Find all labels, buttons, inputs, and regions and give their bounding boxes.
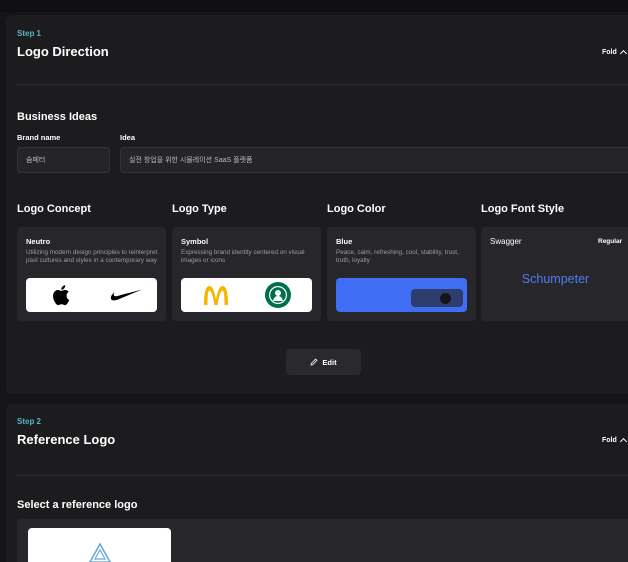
font-weight-label: Regular	[598, 238, 623, 245]
idea-field[interactable]: 실전 창업을 위한 시뮬레이션 SaaS 플랫폼	[120, 147, 628, 173]
fold-label: Fold	[602, 436, 617, 444]
fold-label: Fold	[602, 48, 617, 56]
color-swatch	[336, 278, 467, 312]
font-name: Swagger	[490, 237, 522, 246]
logo-type-title: Logo Type	[172, 203, 227, 215]
color-name: Blue	[336, 237, 353, 246]
color-description: Peace, calm, refreshing, cool, stability…	[336, 249, 459, 264]
toggle-knob	[440, 293, 451, 304]
type-name: Symbol	[181, 237, 209, 246]
logo-type-card[interactable]: Symbol Expressing brand identity centere…	[172, 227, 321, 321]
reference-logo-panel: Step 2 Reference Logo Fold Select a refe…	[6, 404, 628, 562]
type-logos	[181, 278, 312, 312]
logo-font-card[interactable]: Swagger Regular Schumpeter	[481, 227, 628, 321]
panel-title: Reference Logo	[17, 432, 116, 447]
logo-font-style-title: Logo Font Style	[481, 203, 565, 215]
reference-logo-list	[17, 519, 628, 562]
panel-title: Logo Direction	[17, 44, 109, 59]
top-bar	[0, 0, 628, 12]
starbucks-logo-icon	[265, 282, 291, 308]
chevron-up-icon	[619, 437, 627, 446]
apple-logo-icon	[53, 285, 70, 306]
step-label: Step 1	[17, 29, 42, 38]
edit-button[interactable]: Edit	[286, 349, 361, 375]
nike-logo-icon	[110, 289, 142, 301]
triangle-logo-icon	[89, 543, 111, 562]
business-ideas-title: Business Ideas	[17, 111, 98, 123]
font-sample: Schumpeter	[521, 272, 590, 286]
type-description: Expressing brand identity centered on vi…	[181, 249, 305, 264]
idea-label: Idea	[120, 133, 136, 142]
fold-button[interactable]: Fold	[602, 48, 627, 58]
reference-logo-card[interactable]	[28, 528, 171, 562]
brand-name-label: Brand name	[17, 133, 61, 142]
fold-button[interactable]: Fold	[602, 436, 627, 446]
brand-name-value: 슘페터	[26, 157, 46, 164]
step-label: Step 2	[17, 417, 42, 426]
logo-concept-card[interactable]: Neutro Utilizing modern design principle…	[17, 227, 166, 321]
divider	[17, 84, 628, 85]
color-toggle	[411, 289, 463, 307]
idea-value: 실전 창업을 위한 시뮬레이션 SaaS 플랫폼	[129, 157, 253, 164]
brand-name-field[interactable]: 슘페터	[17, 147, 110, 173]
logo-color-title: Logo Color	[327, 203, 386, 215]
logo-concept-title: Logo Concept	[17, 203, 91, 215]
edit-label: Edit	[322, 357, 337, 367]
logo-direction-panel: Step 1 Logo Direction Fold Business Idea…	[6, 15, 628, 394]
concept-name: Neutro	[26, 237, 51, 246]
divider	[17, 475, 628, 476]
concept-description: Utilizing modern design principles to re…	[26, 249, 158, 264]
concept-logos	[26, 278, 157, 312]
mcdonalds-logo-icon	[204, 286, 228, 305]
pencil-icon	[310, 358, 318, 366]
select-reference-title: Select a reference logo	[17, 499, 138, 511]
chevron-up-icon	[619, 49, 627, 58]
logo-color-card[interactable]: Blue Peace, calm, refreshing, cool, stab…	[327, 227, 476, 321]
